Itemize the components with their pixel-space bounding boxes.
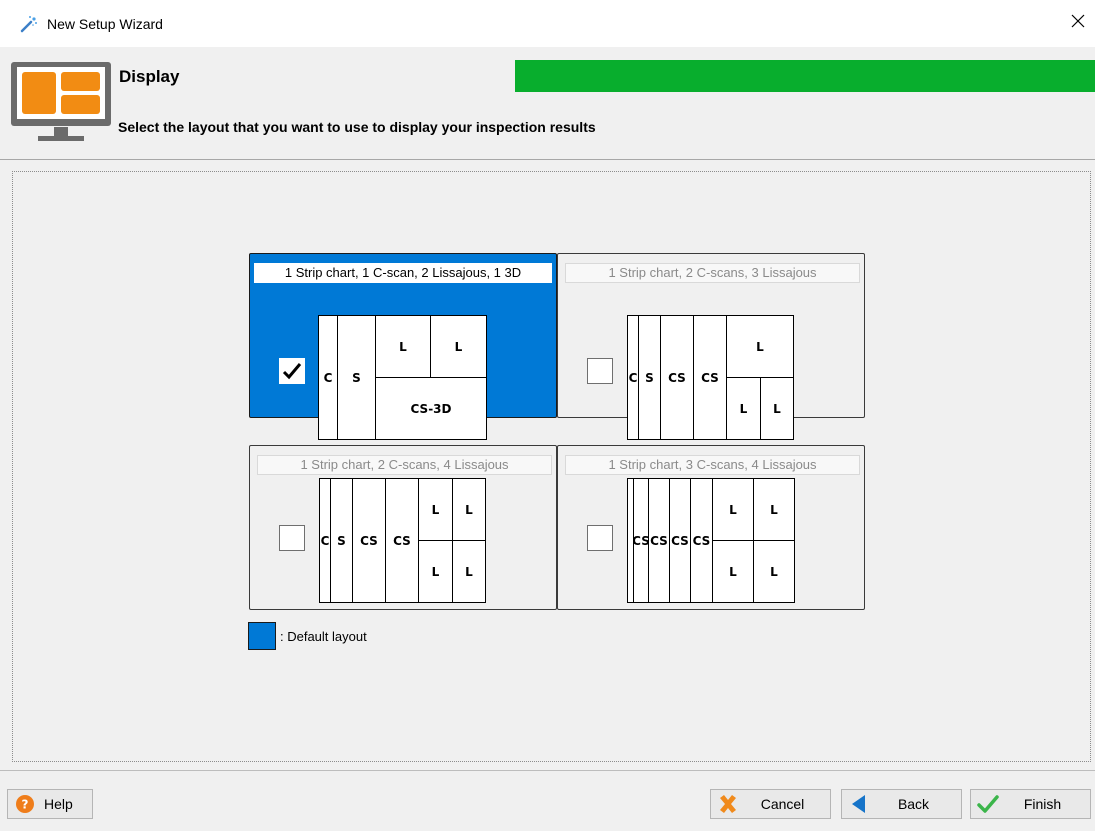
layout-pane: L [753,478,795,541]
legend-label: : Default layout [280,628,367,644]
close-icon[interactable] [1067,10,1089,32]
layout-pane: L [726,377,761,440]
layout-caption: 1 Strip chart, 1 C-scan, 2 Lissajous, 1 … [254,263,552,283]
window-title: New Setup Wizard [47,15,163,32]
layout-option-1[interactable]: 1 Strip chart, 1 C-scan, 2 Lissajous, 1 … [249,253,557,440]
wizard-progress-bar [515,60,1095,92]
layout-pane: CS [693,315,727,440]
title-bar: New Setup Wizard [0,0,1095,47]
layout-pane: L [452,478,486,541]
layout-pane: CS [352,478,386,603]
layout-checkbox[interactable] [587,525,613,551]
magic-wand-icon [20,15,37,32]
layout-pane: L [418,478,453,541]
monitor-layout-icon [11,62,111,141]
finish-label: Finish [1023,796,1062,812]
layout-pane: CS [660,315,694,440]
svg-text:?: ? [22,798,29,812]
layout-pane: C [318,315,338,440]
layout-checkbox[interactable] [279,525,305,551]
layout-pane: L [430,315,487,378]
layout-option-4[interactable]: 1 Strip chart, 3 C-scans, 4 Lissajous CS… [557,445,865,610]
legend-swatch [248,622,276,650]
progress-fill [515,60,1095,92]
cancel-label: Cancel [760,796,805,812]
layout-pane: L [452,540,486,603]
default-layout-legend: : Default layout [248,622,367,650]
question-circle-icon: ? [14,793,36,815]
back-button[interactable]: Back [841,789,962,819]
layout-pane: CS [648,478,670,603]
layout-pane: L [726,315,794,378]
layout-caption: 1 Strip chart, 3 C-scans, 4 Lissajous [565,455,860,475]
layout-pane: L [375,315,431,378]
back-label: Back [897,796,930,812]
layout-pane: L [418,540,453,603]
layout-caption: 1 Strip chart, 2 C-scans, 3 Lissajous [565,263,860,283]
layout-pane: L [753,540,795,603]
layout-checkbox[interactable] [279,358,305,384]
layout-pane: S [638,315,661,440]
layout-option-3[interactable]: 1 Strip chart, 2 C-scans, 4 Lissajous C … [249,445,557,610]
layout-pane: CS-3D [375,377,487,440]
layout-pane: L [712,478,754,541]
layout-pane: CS [690,478,713,603]
checkmark-icon [977,793,999,815]
layout-caption: 1 Strip chart, 2 C-scans, 4 Lissajous [257,455,552,475]
layout-pane: L [712,540,754,603]
cancel-button[interactable]: Cancel [710,789,831,819]
help-label: Help [44,796,73,812]
layout-pane: S [330,478,353,603]
wizard-header: Display Select the layout that you want … [0,47,1095,160]
arrow-left-icon [848,793,870,815]
layout-option-2[interactable]: 1 Strip chart, 2 C-scans, 3 Lissajous C … [557,253,865,440]
checkmark-icon [282,363,302,380]
page-title: Display [119,67,180,86]
footer-divider [0,770,1095,771]
help-button[interactable]: ? Help [7,789,93,819]
layout-pane: CS [633,478,649,603]
page-description: Select the layout that you want to use t… [118,119,596,135]
layout-checkbox[interactable] [587,358,613,384]
layout-pane: L [760,377,794,440]
x-icon [717,793,739,815]
layout-pane: CS [669,478,691,603]
finish-button[interactable]: Finish [970,789,1091,819]
layout-pane: CS [385,478,419,603]
layout-pane: S [337,315,376,440]
